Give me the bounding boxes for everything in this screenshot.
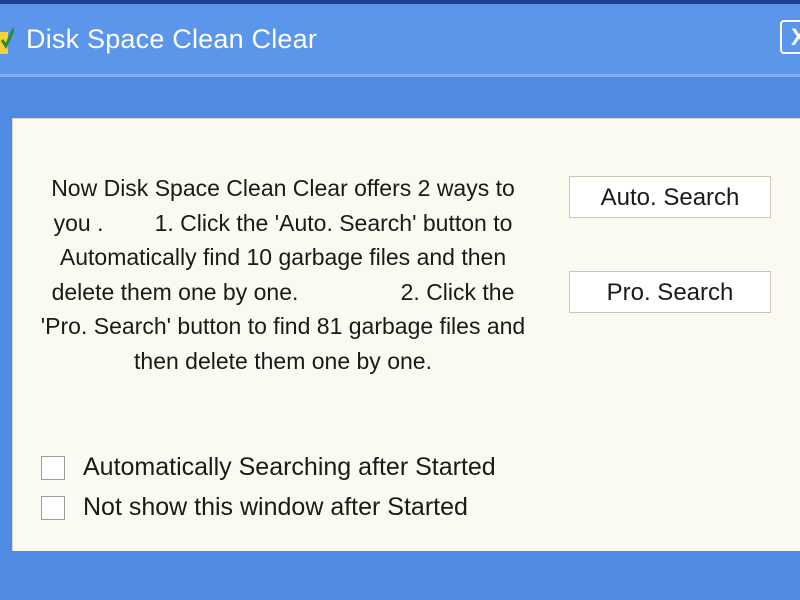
content-panel: Now Disk Space Clean Clear offers 2 ways…: [12, 118, 800, 551]
close-button[interactable]: X: [780, 20, 800, 54]
window-title: Disk Space Clean Clear: [26, 24, 318, 54]
auto-search-option-label[interactable]: Automatically Searching after Started: [83, 453, 496, 482]
title-bar[interactable]: Disk Space Clean Clear X: [0, 4, 800, 77]
hide-window-checkbox[interactable]: [41, 496, 65, 520]
app-icon: [0, 18, 16, 58]
hide-window-option-label[interactable]: Not show this window after Started: [83, 493, 468, 522]
close-icon: X: [791, 24, 800, 51]
auto-search-button[interactable]: Auto. Search: [569, 176, 771, 218]
pro-search-button[interactable]: Pro. Search: [569, 271, 771, 313]
description-text: Now Disk Space Clean Clear offers 2 ways…: [40, 175, 532, 374]
app-window: Disk Space Clean Clear X Now Disk Space …: [0, 0, 800, 600]
auto-search-checkbox[interactable]: [41, 456, 65, 480]
